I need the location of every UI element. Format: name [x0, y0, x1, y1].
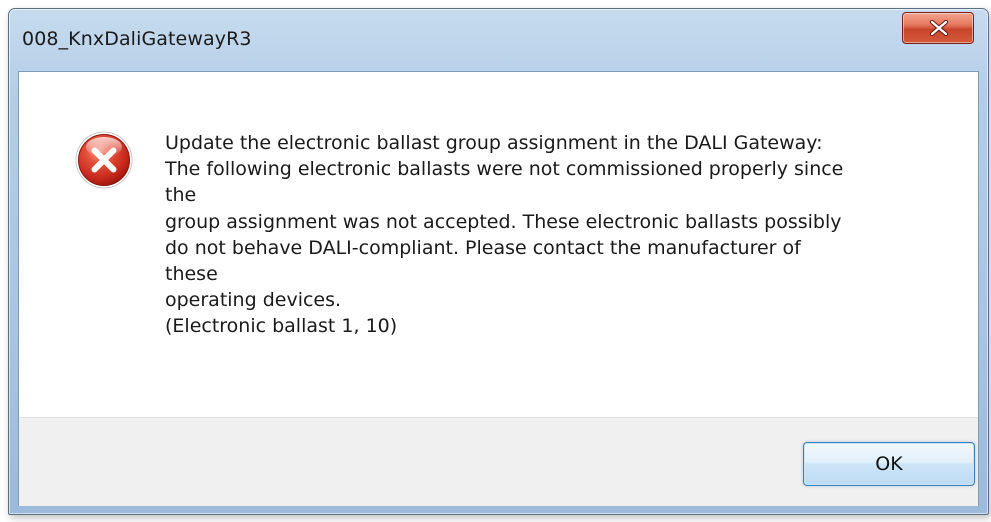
message-line: Update the electronic ballast group assi…: [165, 132, 823, 154]
message-area: Update the electronic ballast group assi…: [19, 72, 978, 417]
message-line: group assignment was not accepted. These…: [165, 210, 842, 233]
error-message: Update the electronic ballast group assi…: [165, 130, 945, 340]
close-icon: [929, 20, 949, 36]
message-line: the: [165, 184, 197, 207]
message-line: The following electronic ballasts were n…: [165, 158, 844, 181]
message-line: operating devices.: [165, 289, 342, 312]
ok-button[interactable]: OK: [803, 442, 975, 486]
button-bar: OK: [19, 417, 978, 506]
dialog-client-area: Update the electronic ballast group assi…: [18, 71, 979, 506]
title-bar[interactable]: 008_KnxDaliGatewayR3: [9, 9, 988, 69]
message-line: do not behave DALI-compliant. Please con…: [165, 236, 801, 259]
window-title: 008_KnxDaliGatewayR3: [22, 28, 252, 50]
dialog-window: 008_KnxDaliGatewayR3 Update the electron…: [8, 8, 989, 515]
close-button[interactable]: [902, 12, 974, 44]
message-line: (Electronic ballast 1, 10): [165, 315, 398, 338]
message-line: these: [165, 263, 218, 286]
error-icon: [75, 131, 133, 189]
